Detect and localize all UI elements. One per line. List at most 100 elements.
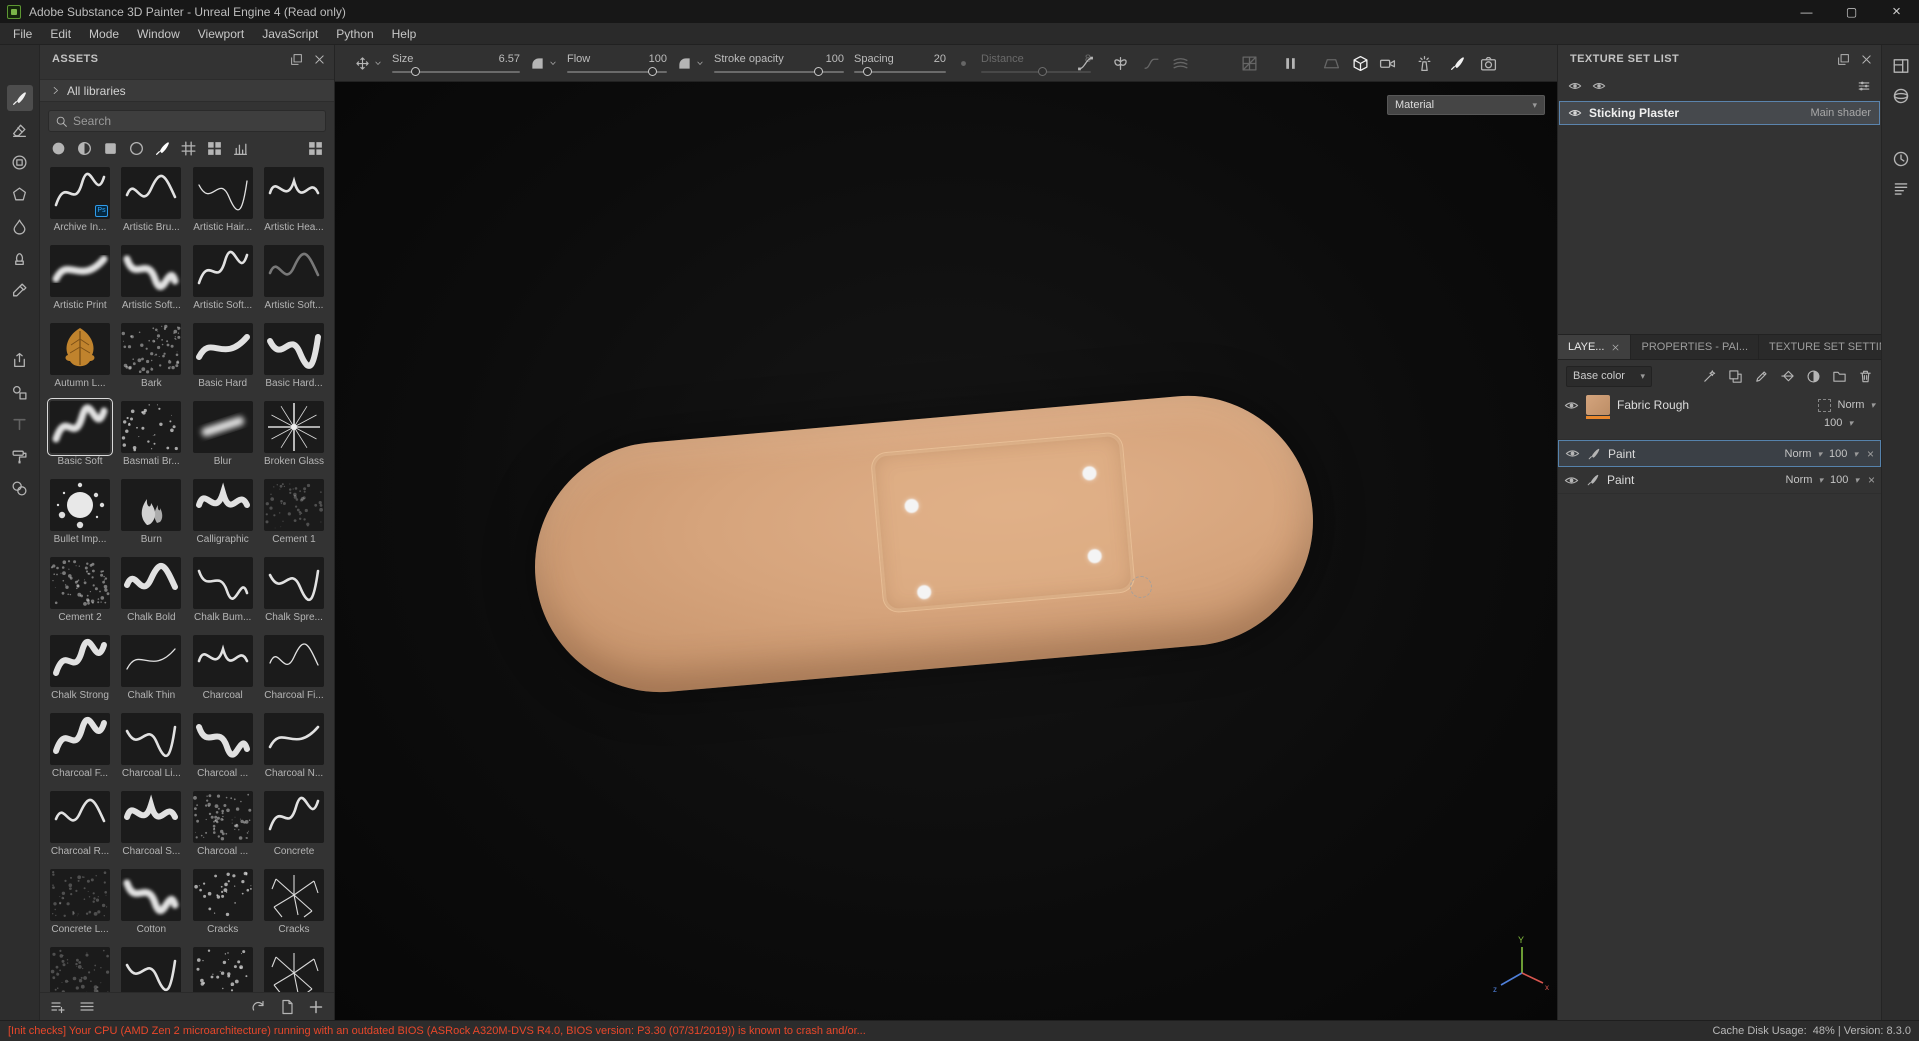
- layer-visibility-icon[interactable]: [1564, 473, 1579, 488]
- menu-python[interactable]: Python: [327, 23, 382, 45]
- stencil-tool-button[interactable]: [7, 379, 33, 405]
- brush-thumbnail[interactable]: [192, 790, 253, 843]
- brush-item[interactable]: Charcoal: [192, 634, 253, 701]
- brush-item[interactable]: [50, 946, 110, 993]
- brush-thumbnail[interactable]: [121, 244, 182, 297]
- brush-item[interactable]: Blur: [192, 400, 253, 467]
- uvgrid-icon[interactable]: [1241, 55, 1258, 72]
- menu-file[interactable]: File: [4, 23, 41, 45]
- brush-thumbnail[interactable]: [50, 790, 110, 843]
- brush-thumbnail[interactable]: [263, 946, 324, 993]
- brush-item[interactable]: Chalk Bold: [121, 556, 182, 623]
- chevron-down-icon[interactable]: [696, 59, 704, 67]
- brush-item[interactable]: Autumn L...: [50, 322, 110, 389]
- filter-circleoutline-icon[interactable]: [128, 140, 145, 157]
- menu-window[interactable]: Window: [128, 23, 189, 45]
- channel-selector[interactable]: Base color ▾: [1566, 365, 1652, 387]
- brush-item[interactable]: Charcoal Li...: [121, 712, 182, 779]
- brush-thumbnail[interactable]: [50, 634, 110, 687]
- videocam-icon[interactable]: [1379, 55, 1396, 72]
- curve-icon[interactable]: [1077, 55, 1094, 72]
- brush-item[interactable]: [121, 946, 182, 993]
- brush-tool-button[interactable]: [6, 85, 33, 111]
- spheres-tool-button[interactable]: [7, 475, 33, 501]
- visibility-eye-icon[interactable]: [1568, 106, 1582, 120]
- filter-circlefill-icon[interactable]: [50, 140, 67, 157]
- brush-thumbnail[interactable]: [121, 322, 182, 375]
- listadd-icon[interactable]: [50, 999, 66, 1015]
- layer-thumbnail[interactable]: [1586, 395, 1610, 419]
- brush-thumbnail[interactable]: [121, 946, 182, 993]
- brush-thumbnail[interactable]: [121, 166, 182, 219]
- slider-track[interactable]: [567, 67, 667, 76]
- brush-thumbnail[interactable]: [192, 946, 253, 993]
- spacing-slider[interactable]: Spacing 20: [854, 53, 946, 76]
- brush-item[interactable]: Chalk Bum...: [192, 556, 253, 623]
- maximize-button[interactable]: ▢: [1829, 0, 1874, 23]
- brush-item[interactable]: Bark: [121, 322, 182, 389]
- brush-item[interactable]: Artistic Print: [50, 244, 110, 311]
- slider-track[interactable]: [854, 67, 946, 76]
- size-slider[interactable]: Size 6.57: [392, 53, 520, 76]
- visibility-eye-icon[interactable]: [1568, 79, 1582, 93]
- filter-squarefill-icon[interactable]: [102, 140, 119, 157]
- brush-thumbnail[interactable]: [121, 556, 182, 609]
- brush-item[interactable]: Chalk Thin: [121, 634, 182, 701]
- pencil-icon[interactable]: [1754, 369, 1769, 384]
- brush-thumbnail[interactable]: [192, 244, 253, 297]
- brush-icon[interactable]: [1449, 55, 1466, 72]
- brush-item[interactable]: Chalk Strong: [50, 634, 110, 701]
- close-panel-icon[interactable]: [1860, 53, 1873, 66]
- brush-thumbnail[interactable]: [50, 868, 110, 921]
- close-tab-icon[interactable]: [1611, 343, 1620, 352]
- search-box[interactable]: [48, 110, 326, 132]
- brush-item[interactable]: Charcoal ...: [192, 790, 253, 857]
- brush-item[interactable]: Artistic Hea...: [263, 166, 324, 233]
- brush-thumbnail[interactable]: [263, 556, 324, 609]
- folder-icon[interactable]: [1832, 369, 1847, 384]
- brush-thumbnail[interactable]: [263, 790, 324, 843]
- layer-row[interactable]: Fabric Rough Norm ▾ 100 ▾: [1558, 392, 1881, 440]
- smudge-tool-button[interactable]: [7, 213, 33, 239]
- brush-thumbnail[interactable]: [263, 400, 324, 453]
- projection-tool-button[interactable]: [7, 149, 33, 175]
- brush-thumbnail[interactable]: [192, 166, 253, 219]
- brush-item[interactable]: Cement 2: [50, 556, 110, 623]
- tab-laye-[interactable]: LAYE...: [1558, 335, 1632, 359]
- brush-item[interactable]: [192, 946, 253, 993]
- cube-icon[interactable]: [1352, 55, 1369, 72]
- brush-item[interactable]: Calligraphic: [192, 478, 253, 545]
- clone-tool-button[interactable]: [7, 245, 33, 271]
- transform-tool-icon[interactable]: [355, 56, 370, 71]
- opacity-dropdown[interactable]: 100 ▾: [1829, 448, 1858, 460]
- pause-icon[interactable]: [1282, 55, 1299, 72]
- slider-handle[interactable]: [648, 67, 657, 76]
- menu-help[interactable]: Help: [383, 23, 426, 45]
- roller-tool-button[interactable]: [7, 443, 33, 469]
- axis-gizmo[interactable]: Y z x: [1488, 933, 1552, 997]
- brush-thumbnail[interactable]: [192, 400, 253, 453]
- list-icon[interactable]: [79, 999, 95, 1015]
- brush-thumbnail[interactable]: [50, 478, 110, 531]
- layer-visibility-icon[interactable]: [1564, 398, 1579, 413]
- filter-chart-icon[interactable]: [232, 140, 249, 157]
- halfsphere-icon[interactable]: [1806, 369, 1821, 384]
- menu-javascript[interactable]: JavaScript: [253, 23, 327, 45]
- close-panel-icon[interactable]: [313, 53, 326, 66]
- close-button[interactable]: ×: [1874, 0, 1919, 23]
- brush-item[interactable]: Artistic Soft...: [121, 244, 182, 311]
- brush-thumbnail[interactable]: [263, 478, 324, 531]
- blend-mode-dropdown[interactable]: Norm ▾: [1786, 474, 1823, 486]
- flow-falloff-icon[interactable]: [677, 56, 692, 71]
- brush-item[interactable]: Basmati Br...: [121, 400, 182, 467]
- brush-item[interactable]: Bullet Imp...: [50, 478, 110, 545]
- menu-edit[interactable]: Edit: [41, 23, 80, 45]
- filepage-icon[interactable]: [279, 999, 295, 1015]
- brush-item[interactable]: Cement 1: [263, 478, 324, 545]
- opacity-dropdown[interactable]: 100 ▾: [1824, 417, 1853, 429]
- eraser-tool-button[interactable]: [7, 117, 33, 143]
- layout-rail-icon[interactable]: [1892, 57, 1910, 75]
- brush-item[interactable]: Artistic Soft...: [263, 244, 324, 311]
- undock-panel-icon[interactable]: [290, 53, 303, 66]
- bandaid-model[interactable]: [524, 385, 1324, 703]
